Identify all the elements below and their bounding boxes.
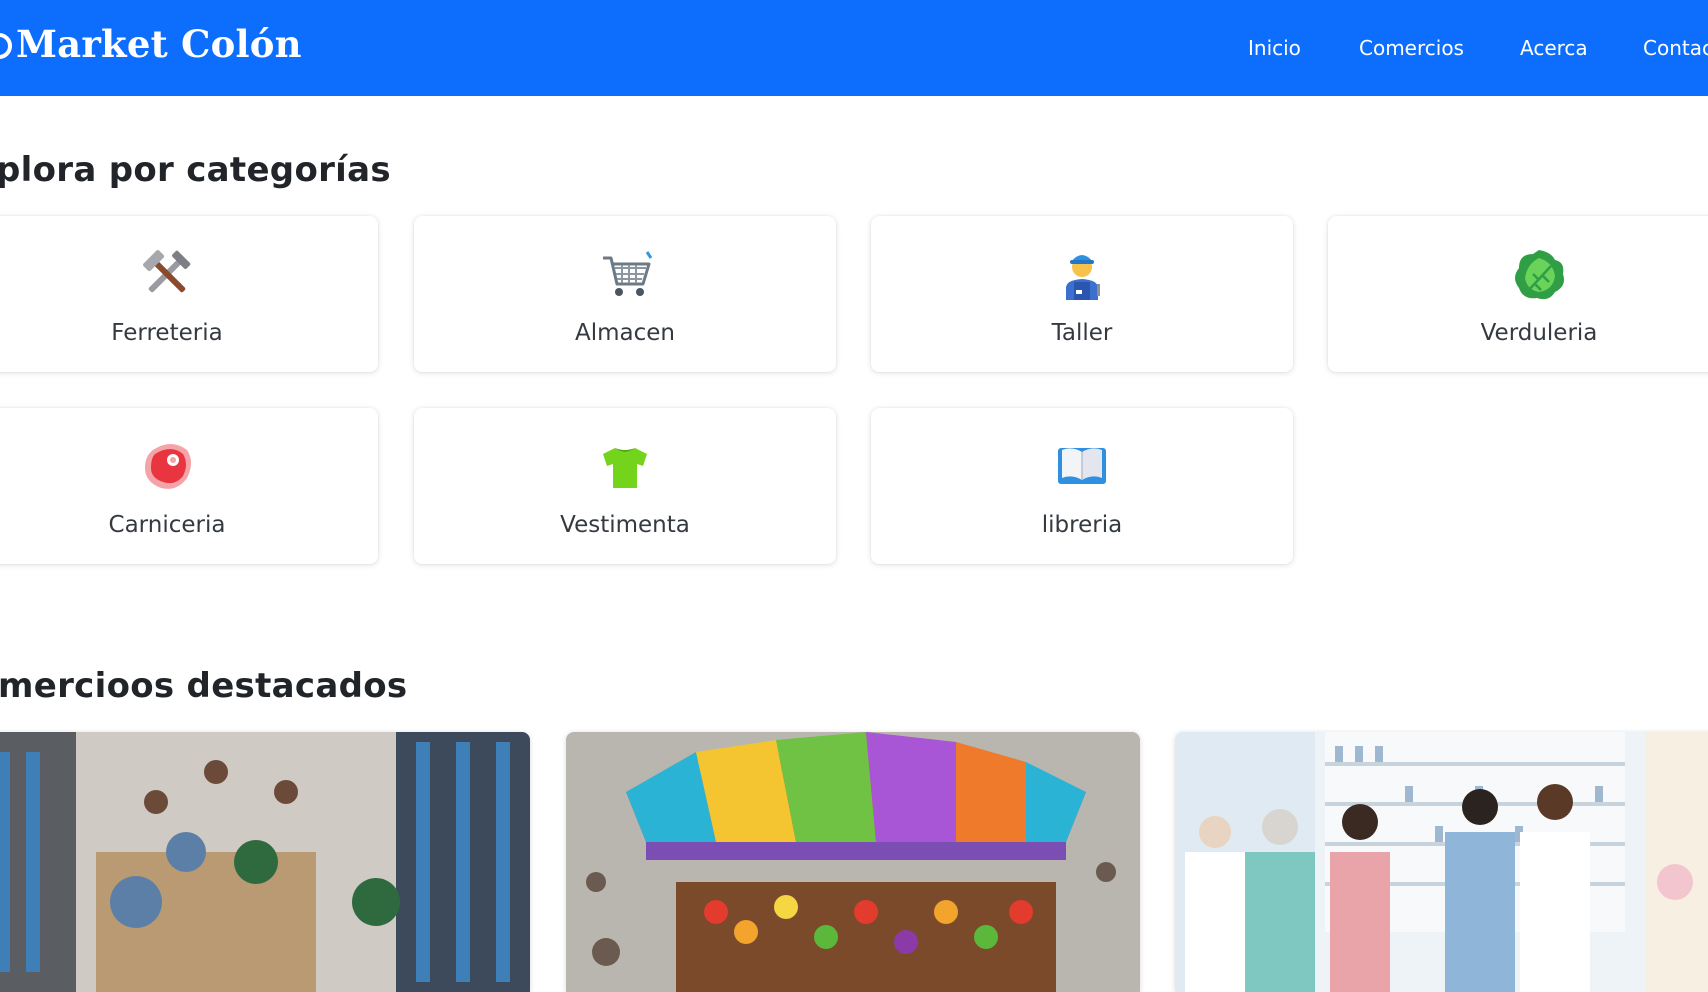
nav-link-acerca[interactable]: Acerca [1520, 36, 1588, 60]
featured-card-pharmacy[interactable] [1175, 732, 1708, 992]
featured-heading: mercioos destacados [0, 666, 408, 706]
category-card-libreria[interactable]: libreria [871, 408, 1293, 564]
tshirt-icon [603, 448, 647, 488]
brand-mark-icon [0, 33, 12, 59]
category-card-ferreteria[interactable]: Ferreteria [0, 216, 378, 372]
top-navbar: Market Colón Inicio Comercios Acerca Con… [0, 0, 1708, 96]
category-label: Almacen [575, 320, 675, 346]
category-label: Verduleria [1480, 320, 1598, 346]
category-card-almacen[interactable]: Almacen [414, 216, 836, 372]
category-card-carniceria[interactable]: Carniceria [0, 408, 378, 564]
brand-logo[interactable]: Market Colón [0, 22, 302, 66]
category-label: Ferreteria [111, 320, 223, 346]
category-card-vestimenta[interactable]: Vestimenta [414, 408, 836, 564]
nav-link-contacto[interactable]: Contac [1643, 36, 1708, 60]
category-label: libreria [1041, 512, 1123, 538]
open-book-icon [1058, 448, 1106, 484]
mechanic-icon [1066, 255, 1100, 300]
brand-name: Market Colón [16, 22, 302, 66]
leafy-green-icon [1515, 250, 1564, 300]
nav-link-comercios[interactable]: Comercios [1359, 36, 1464, 60]
meat-icon [145, 444, 191, 489]
featured-card-hardware-store[interactable] [0, 732, 530, 992]
category-label: Taller [1051, 320, 1113, 346]
category-card-verduleria[interactable]: Verduleria [1328, 216, 1708, 372]
pharmacy-image [1175, 732, 1708, 992]
hammer-wrench-icon [143, 250, 191, 293]
category-card-taller[interactable]: Taller [871, 216, 1293, 372]
nav-link-inicio[interactable]: Inicio [1248, 36, 1301, 60]
category-label: Carniceria [108, 512, 226, 538]
shopping-cart-icon [603, 251, 653, 296]
featured-card-market-stall[interactable] [566, 732, 1140, 992]
market-stall-image [566, 732, 1140, 992]
hardware-store-image [0, 732, 530, 992]
category-label: Vestimenta [560, 512, 690, 538]
categories-heading: plora por categorías [0, 150, 391, 190]
